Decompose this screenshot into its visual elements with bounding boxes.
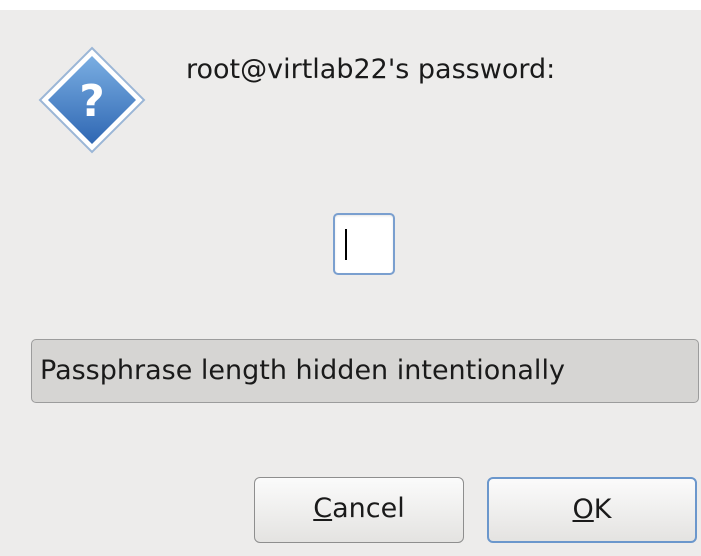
ok-button[interactable]: OK — [487, 477, 697, 543]
password-dialog: ? root@virtlab22's password: Passphrase … — [0, 10, 701, 556]
password-prompt-label: root@virtlab22's password: — [186, 54, 556, 85]
cancel-mnemonic: C — [313, 493, 333, 524]
ok-mnemonic: O — [572, 494, 594, 525]
cancel-button[interactable]: Cancel — [254, 477, 464, 543]
ok-label-rest: K — [593, 494, 612, 525]
svg-text:?: ? — [79, 76, 105, 127]
text-cursor — [345, 229, 347, 260]
cancel-label-rest: ancel — [332, 493, 405, 524]
password-input[interactable] — [333, 213, 395, 275]
question-icon: ? — [36, 44, 148, 156]
passphrase-hint: Passphrase length hidden intentionally — [31, 339, 699, 403]
